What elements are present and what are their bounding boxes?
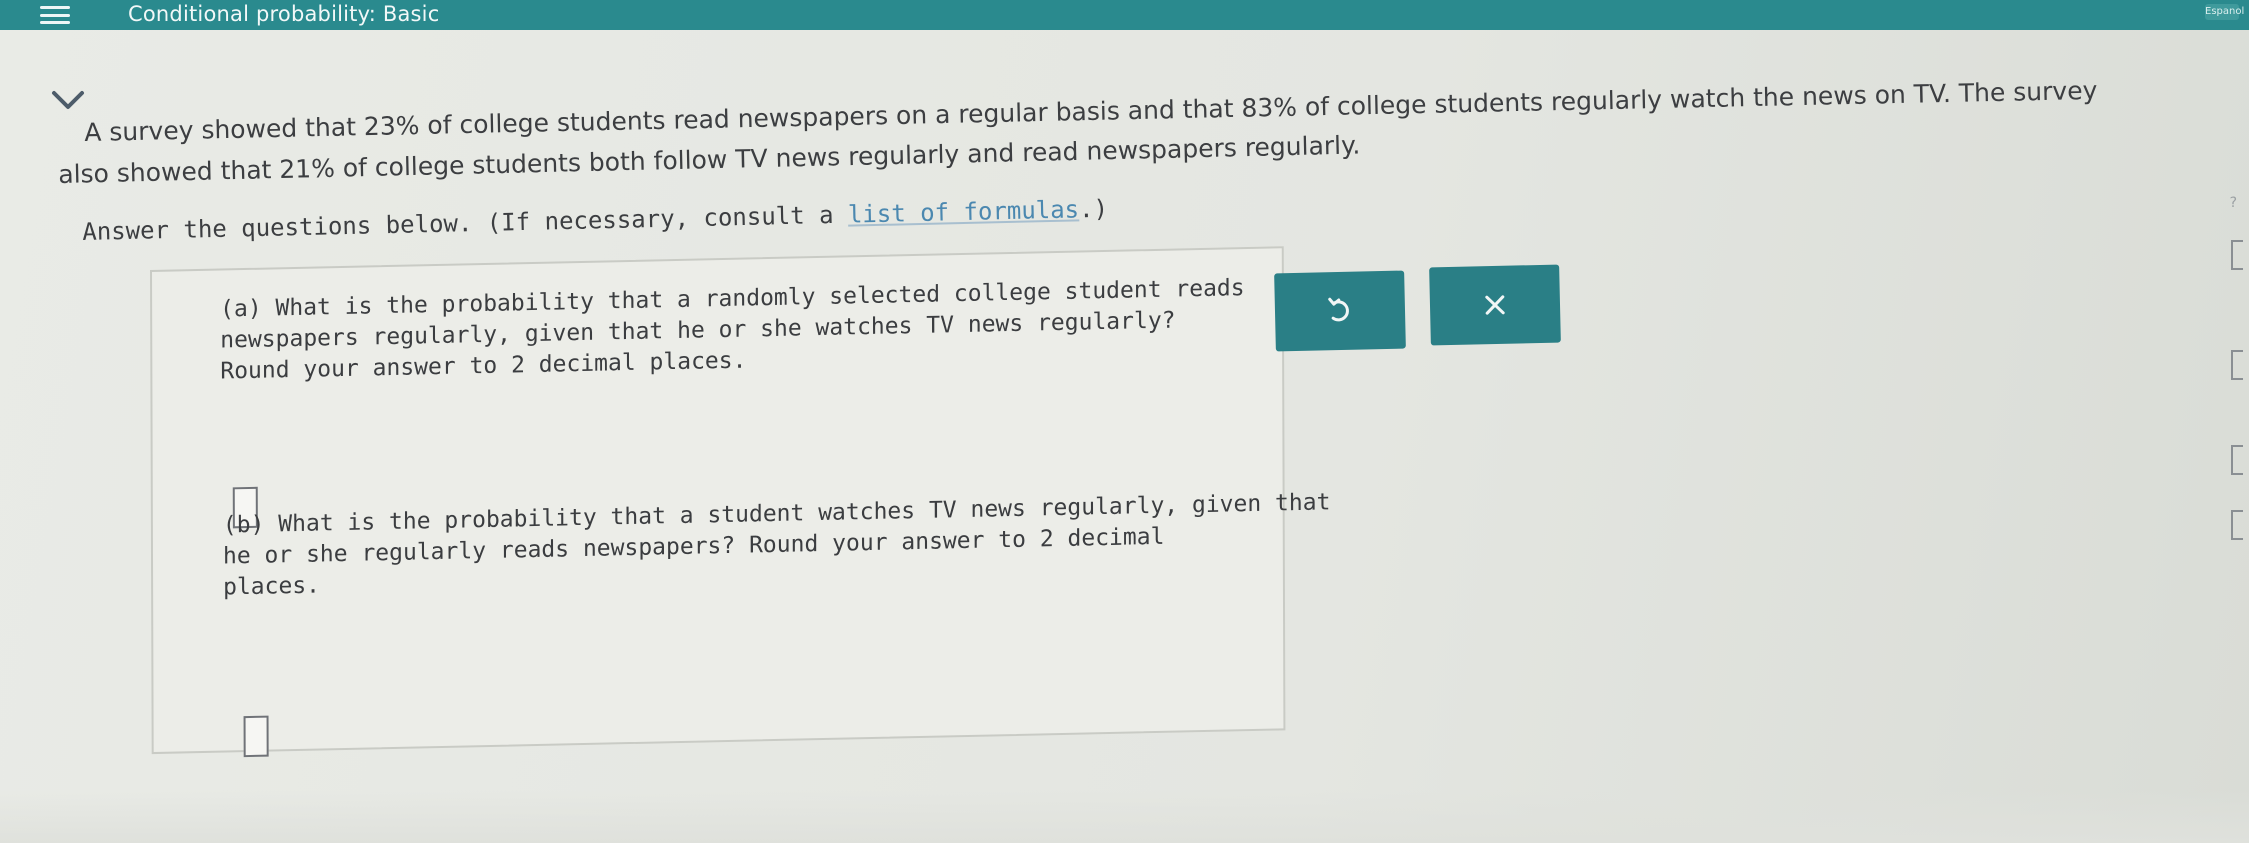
instructions-prefix: Answer the questions below. (If necessar…	[82, 200, 849, 246]
header-bar: Conditional probability: Basic Espanol	[0, 0, 2249, 30]
side-tool-3-icon[interactable]	[2231, 445, 2243, 475]
clear-button[interactable]	[1429, 264, 1561, 346]
undo-button[interactable]	[1274, 270, 1406, 352]
side-tool-4-icon[interactable]	[2231, 510, 2243, 540]
language-toggle[interactable]: Espanol	[2205, 4, 2244, 20]
topic-title: Conditional probability: Basic	[128, 2, 440, 26]
question-panel: (a) What is the probability that a rando…	[150, 246, 1330, 758]
undo-icon	[1325, 296, 1356, 327]
formulas-link[interactable]: list of formulas	[848, 195, 1080, 228]
close-icon	[1482, 292, 1509, 319]
page: Conditional probability: Basic Espanol A…	[0, 0, 2249, 843]
answer-b-input[interactable]	[243, 715, 269, 758]
side-tool-1-icon[interactable]	[2231, 240, 2243, 270]
question-b: (b) What is the probability that a stude…	[223, 487, 1331, 603]
chevron-down-icon[interactable]	[50, 88, 86, 112]
instructions: Answer the questions below. (If necessar…	[82, 195, 1108, 246]
footer-shade	[0, 790, 2249, 843]
menu-icon[interactable]	[40, 6, 70, 24]
question-a: (a) What is the probability that a rando…	[220, 273, 1245, 387]
instructions-suffix: .)	[1078, 194, 1109, 224]
side-toolbar	[2219, 180, 2249, 620]
side-tool-2-icon[interactable]	[2231, 350, 2243, 380]
